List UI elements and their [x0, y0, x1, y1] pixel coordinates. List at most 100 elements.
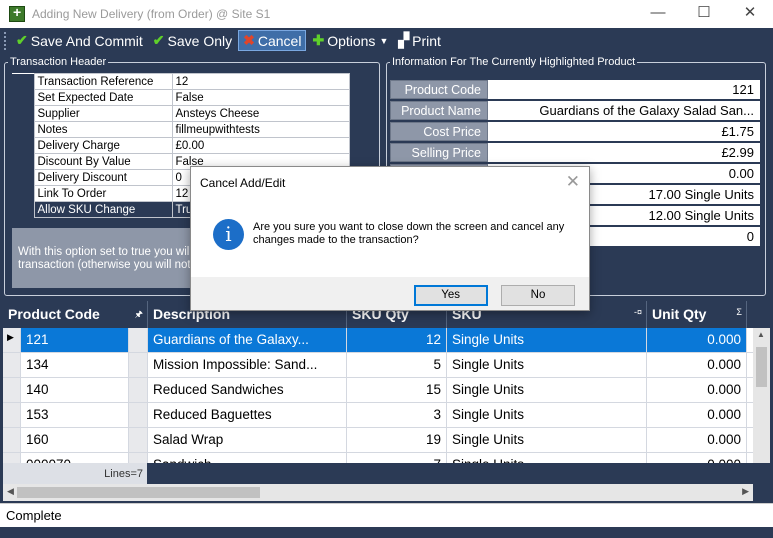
cell-spacer	[129, 353, 148, 377]
info-row: Product Name Guardians of the Galaxy Sala…	[390, 101, 760, 120]
table-row[interactable]: ▶ 121 Guardians of the Galaxy... 12 Single U…	[3, 328, 770, 353]
toolbar-grip[interactable]	[4, 31, 8, 50]
header-property-row[interactable]: Notes fillmeupwithtests	[12, 121, 350, 138]
scroll-left-icon[interactable]: ◀	[7, 486, 14, 497]
row-selector[interactable]	[3, 353, 21, 377]
cell-product-code[interactable]: 153	[21, 403, 129, 427]
print-icon: ▞	[398, 32, 410, 48]
print-button[interactable]: ▞ Print	[394, 30, 445, 51]
row-indicator	[12, 201, 34, 218]
product-grid: Product Code 🖈 Description SKU Qty SKU -¤ …	[3, 301, 770, 485]
cell-product-code[interactable]: 140	[21, 378, 129, 402]
cell-product-code[interactable]: 134	[21, 353, 129, 377]
row-indicator	[12, 185, 34, 202]
row-indicator	[12, 153, 34, 170]
property-value[interactable]: Ansteys Cheese	[171, 105, 350, 122]
row-indicator	[12, 121, 34, 138]
cell-sku-qty[interactable]: 15	[347, 378, 447, 402]
info-icon: i	[213, 219, 244, 250]
yes-button[interactable]: Yes	[413, 285, 488, 306]
info-value: Guardians of the Galaxy Salad San...	[488, 101, 760, 120]
scroll-thumb[interactable]	[756, 347, 767, 387]
cell-description[interactable]: Reduced Baguettes	[148, 403, 347, 427]
product-info-legend: Information For The Currently Highlighte…	[392, 56, 636, 68]
header-property-row[interactable]: Delivery Charge £0.00	[12, 137, 350, 154]
cancel-dialog: Cancel Add/Edit ✕ i Are you sure you wan…	[190, 166, 590, 311]
cell-unit-qty[interactable]: 0.000	[647, 353, 747, 377]
column-header-unit-qty[interactable]: Unit Qty Σ	[647, 301, 747, 328]
cell-product-code[interactable]: 121	[21, 328, 129, 352]
save-only-button[interactable]: ✔ Save Only	[149, 30, 236, 51]
cell-spacer	[129, 378, 148, 402]
cancel-button[interactable]: ✖ Cancel	[238, 30, 307, 51]
cell-sku[interactable]: Single Units	[447, 328, 647, 352]
row-selector[interactable]	[3, 378, 21, 402]
cell-unit-qty[interactable]: 0.000	[647, 378, 747, 402]
cell-description[interactable]: Reduced Sandwiches	[148, 378, 347, 402]
cell-unit-qty[interactable]: 0.000	[647, 328, 747, 352]
row-indicator	[12, 89, 34, 106]
cell-sku-qty[interactable]: 5	[347, 353, 447, 377]
cell-description[interactable]: Guardians of the Galaxy...	[148, 328, 347, 352]
no-button[interactable]: No	[501, 285, 575, 306]
grid-horizontal-scrollbar[interactable]: ◀ ▶	[3, 484, 753, 501]
cell-sku-qty[interactable]: 12	[347, 328, 447, 352]
grid-body: ▶ 121 Guardians of the Galaxy... 12 Single U…	[3, 328, 770, 478]
cell-product-code[interactable]: 160	[21, 428, 129, 452]
property-value[interactable]: fillmeupwithtests	[171, 121, 350, 138]
info-value: £2.99	[488, 143, 760, 162]
dialog-body: i Are you sure you want to close down th…	[191, 197, 589, 277]
table-row[interactable]: 153 Reduced Baguettes 3 Single Units 0.000	[3, 403, 770, 428]
pin-icon[interactable]: 🖈	[135, 307, 143, 323]
info-label: Product Name	[390, 101, 488, 120]
cell-description[interactable]: Salad Wrap	[148, 428, 347, 452]
cell-sku-qty[interactable]: 3	[347, 403, 447, 427]
info-value: 121	[488, 80, 760, 99]
cell-sku[interactable]: Single Units	[447, 403, 647, 427]
info-label: Selling Price	[390, 143, 488, 162]
property-name: Link To Order	[33, 185, 173, 202]
header-property-row[interactable]: Transaction Reference 12	[12, 73, 350, 90]
pin-icon[interactable]: -¤	[634, 307, 642, 317]
options-button[interactable]: ✚ Options ▼	[308, 30, 392, 51]
cell-sku[interactable]: Single Units	[447, 428, 647, 452]
row-selector[interactable]	[3, 403, 21, 427]
row-indicator	[12, 169, 34, 186]
cell-unit-qty[interactable]: 0.000	[647, 403, 747, 427]
table-row[interactable]: 134 Mission Impossible: Sand... 5 Single Un…	[3, 353, 770, 378]
table-row[interactable]: 160 Salad Wrap 19 Single Units 0.000	[3, 428, 770, 453]
table-row[interactable]: 140 Reduced Sandwiches 15 Single Units 0.000	[3, 378, 770, 403]
info-row: Cost Price £1.75	[390, 122, 760, 141]
property-value[interactable]: £0.00	[171, 137, 350, 154]
window-title: Adding New Delivery (from Order) @ Site …	[32, 7, 271, 21]
dialog-close-icon[interactable]: ✕	[566, 172, 580, 192]
grid-vertical-scrollbar[interactable]: ▲	[753, 328, 770, 463]
row-selector[interactable]: ▶	[3, 328, 21, 352]
property-value[interactable]: False	[171, 89, 350, 106]
dropdown-arrow-icon: ▼	[379, 35, 389, 46]
plus-icon: ✚	[312, 32, 325, 48]
column-header-product-code[interactable]: Product Code 🖈	[3, 301, 148, 328]
maximize-button[interactable]: ☐	[681, 0, 727, 28]
cell-sku[interactable]: Single Units	[447, 353, 647, 377]
cell-description[interactable]: Mission Impossible: Sand...	[148, 353, 347, 377]
scroll-right-icon[interactable]: ▶	[742, 486, 749, 497]
cross-icon: ✖	[243, 32, 255, 48]
transaction-header-legend: Transaction Header	[10, 56, 107, 68]
scroll-up-icon[interactable]: ▲	[757, 330, 765, 339]
grid-footer: Lines=7	[3, 463, 770, 485]
close-window-button[interactable]: ✕	[727, 0, 773, 28]
property-value[interactable]: 12	[171, 73, 350, 90]
header-property-row[interactable]: Set Expected Date False	[12, 89, 350, 106]
header-property-row[interactable]: Supplier Ansteys Cheese	[12, 105, 350, 122]
sum-icon[interactable]: Σ	[736, 307, 742, 317]
cell-sku[interactable]: Single Units	[447, 378, 647, 402]
scroll-thumb[interactable]	[17, 487, 260, 498]
app-icon	[9, 4, 25, 22]
cell-unit-qty[interactable]: 0.000	[647, 428, 747, 452]
row-selector[interactable]	[3, 428, 21, 452]
save-and-commit-button[interactable]: ✔ Save And Commit	[12, 30, 147, 51]
cell-sku-qty[interactable]: 19	[347, 428, 447, 452]
property-name: Delivery Discount	[33, 169, 173, 186]
minimize-button[interactable]: —	[635, 0, 681, 28]
